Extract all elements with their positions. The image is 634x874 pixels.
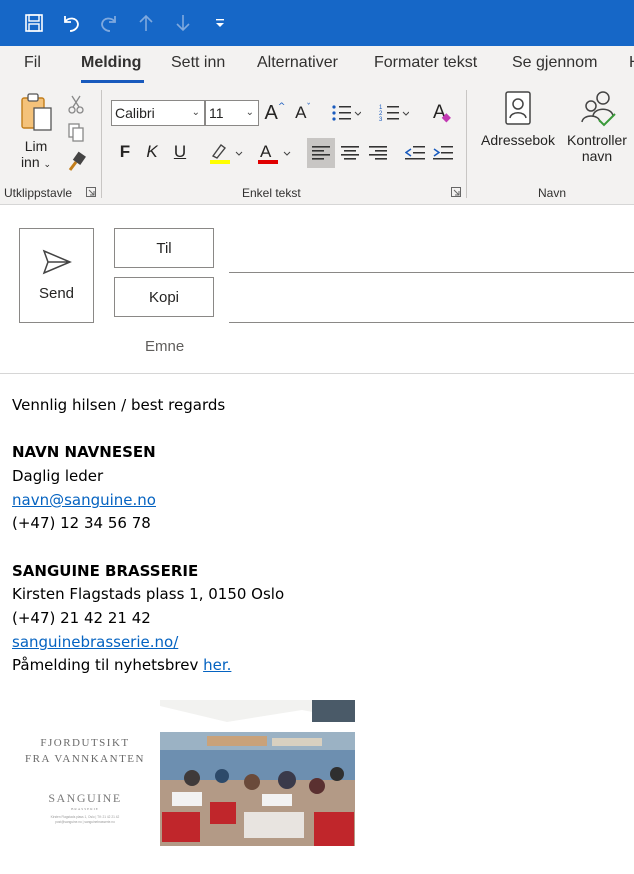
increase-indent-icon[interactable] bbox=[429, 138, 457, 168]
svg-text:3: 3 bbox=[379, 117, 383, 123]
promo-small-line-1: Kirsten Flagstads plass 1, Oslo | Tlf: 2… bbox=[51, 815, 120, 819]
check-names-label-2: navn bbox=[581, 148, 613, 164]
subject-label: Emne bbox=[145, 338, 185, 355]
title-bar bbox=[0, 0, 634, 46]
highlight-color-swatch bbox=[210, 160, 230, 164]
chevron-down-icon: ⌄ bbox=[245, 107, 254, 118]
decrease-indent-icon[interactable] bbox=[401, 138, 429, 168]
copy-icon[interactable] bbox=[64, 120, 88, 144]
arrow-up-icon[interactable] bbox=[131, 8, 161, 38]
newsletter-link[interactable]: her. bbox=[203, 656, 231, 674]
send-icon bbox=[42, 249, 72, 275]
undo-icon[interactable] bbox=[56, 8, 86, 38]
highlighter-icon bbox=[210, 144, 243, 164]
send-button[interactable]: Send bbox=[19, 228, 94, 323]
clipboard-launcher-icon[interactable] bbox=[85, 186, 97, 198]
tab-overflow[interactable]: H bbox=[629, 54, 634, 72]
signature-email-link[interactable]: navn@sanguine.no bbox=[12, 491, 156, 509]
signature-name: NAVN NAVNESEN bbox=[12, 443, 156, 461]
signature-role: Daglig leder bbox=[12, 467, 104, 485]
font-size-combo[interactable]: 11 ⌄ bbox=[205, 100, 259, 126]
font-color-swatch bbox=[258, 160, 278, 164]
ribbon-separator bbox=[466, 90, 467, 198]
paste-icon bbox=[21, 93, 52, 131]
font-size-value: 11 bbox=[209, 105, 224, 121]
promo-small-line-2: post@sanguine.no | sanguinebrasserie.no bbox=[55, 820, 115, 824]
ribbon-tabs: Fil Melding Sett inn Alternativer Format… bbox=[0, 46, 634, 84]
font-group-label: Enkel tekst bbox=[242, 186, 301, 200]
to-label: Til bbox=[156, 239, 172, 257]
grow-font-icon[interactable]: A ^ bbox=[262, 98, 288, 128]
underline-button[interactable]: U bbox=[169, 140, 191, 164]
address-book-label: Adressebok bbox=[481, 132, 555, 148]
cut-icon[interactable] bbox=[64, 92, 88, 116]
active-tab-indicator bbox=[81, 80, 144, 83]
to-button[interactable]: Til bbox=[114, 228, 214, 268]
tab-se-gjennom[interactable]: Se gjennom bbox=[512, 54, 597, 72]
clipboard-group-label: Utklippstavle bbox=[4, 186, 73, 200]
check-names-icon bbox=[581, 91, 616, 127]
svg-text:A: A bbox=[260, 142, 272, 161]
numbering-icon[interactable]: 123 bbox=[373, 98, 415, 128]
check-names-label: Kontroller bbox=[567, 132, 627, 148]
chevron-down-icon: ⌄ bbox=[191, 107, 200, 118]
tab-melding[interactable]: Melding bbox=[81, 54, 141, 72]
clear-formatting-icon[interactable]: A ◆ bbox=[428, 98, 456, 128]
send-label: Send bbox=[38, 285, 75, 302]
address-book-icon bbox=[505, 91, 531, 125]
newsletter-line: Påmelding til nyhetsbrev her. bbox=[12, 656, 232, 674]
promo-headline-2: FRA VANNKANTEN bbox=[25, 753, 145, 765]
format-painter-icon[interactable] bbox=[64, 148, 88, 174]
tab-formater-tekst[interactable]: Formater tekst bbox=[374, 54, 477, 72]
to-field-underline bbox=[229, 272, 634, 273]
font-color-button[interactable]: A bbox=[252, 140, 296, 166]
bold-button[interactable]: F bbox=[114, 140, 136, 164]
promo-brand: SANGUINE bbox=[48, 791, 121, 805]
shrink-font-icon[interactable]: Aˇ bbox=[290, 98, 316, 128]
address-book-button[interactable]: Adressebok bbox=[474, 90, 562, 160]
font-name-combo[interactable]: Calibri ⌄ bbox=[111, 100, 205, 126]
cc-field[interactable] bbox=[232, 299, 632, 319]
to-field[interactable] bbox=[232, 250, 632, 270]
signature-phone: (+47) 12 34 56 78 bbox=[12, 514, 151, 532]
highlight-button[interactable] bbox=[204, 140, 248, 166]
paste-label-2: inn ⌄ bbox=[20, 154, 52, 170]
promo-banner[interactable]: FJORDUTSIKT FRA VANNKANTEN SANGUINE BRAS… bbox=[12, 700, 356, 846]
bullets-icon[interactable] bbox=[325, 98, 367, 128]
font-name-value: Calibri bbox=[115, 105, 155, 121]
save-icon[interactable] bbox=[19, 8, 49, 38]
company-name: SANGUINE BRASSERIE bbox=[12, 562, 199, 580]
paste-button[interactable]: Lim inn ⌄ bbox=[14, 92, 58, 180]
promo-image: FJORDUTSIKT FRA VANNKANTEN SANGUINE BRAS… bbox=[12, 700, 355, 846]
promo-brand-sub: BRASSERIE bbox=[71, 807, 99, 811]
tab-fil[interactable]: Fil bbox=[24, 54, 41, 72]
italic-button[interactable]: K bbox=[141, 140, 163, 164]
company-address: Kirsten Flagstads plass 1, 0150 Oslo bbox=[12, 585, 285, 603]
paste-label: Lim bbox=[24, 138, 48, 154]
cc-button[interactable]: Kopi bbox=[114, 277, 214, 317]
cc-field-underline bbox=[229, 322, 634, 323]
tab-alternativer[interactable]: Alternativer bbox=[257, 54, 338, 72]
cc-label: Kopi bbox=[148, 288, 180, 306]
company-phone: (+47) 21 42 21 42 bbox=[12, 609, 151, 627]
customize-toolbar-icon[interactable] bbox=[205, 8, 235, 38]
website-link[interactable]: sanguinebrasserie.no/ bbox=[12, 633, 178, 651]
tab-sett-inn[interactable]: Sett inn bbox=[171, 54, 225, 72]
font-launcher-icon[interactable] bbox=[450, 186, 462, 198]
check-names-button[interactable]: Kontroller navn bbox=[560, 90, 634, 176]
greeting: Vennlig hilsen / best regards bbox=[12, 396, 226, 414]
promo-headline-1: FJORDUTSIKT bbox=[40, 737, 129, 749]
redo-icon[interactable] bbox=[94, 8, 124, 38]
align-right-button[interactable] bbox=[364, 138, 392, 168]
names-group-label: Navn bbox=[538, 186, 567, 200]
restaurant-photo bbox=[160, 700, 355, 846]
arrow-down-icon[interactable] bbox=[168, 8, 198, 38]
ribbon-separator bbox=[101, 90, 102, 198]
align-left-button[interactable] bbox=[307, 138, 335, 168]
font-color-icon: A bbox=[258, 142, 291, 164]
subject-field[interactable] bbox=[232, 338, 632, 358]
align-center-button[interactable] bbox=[336, 138, 364, 168]
